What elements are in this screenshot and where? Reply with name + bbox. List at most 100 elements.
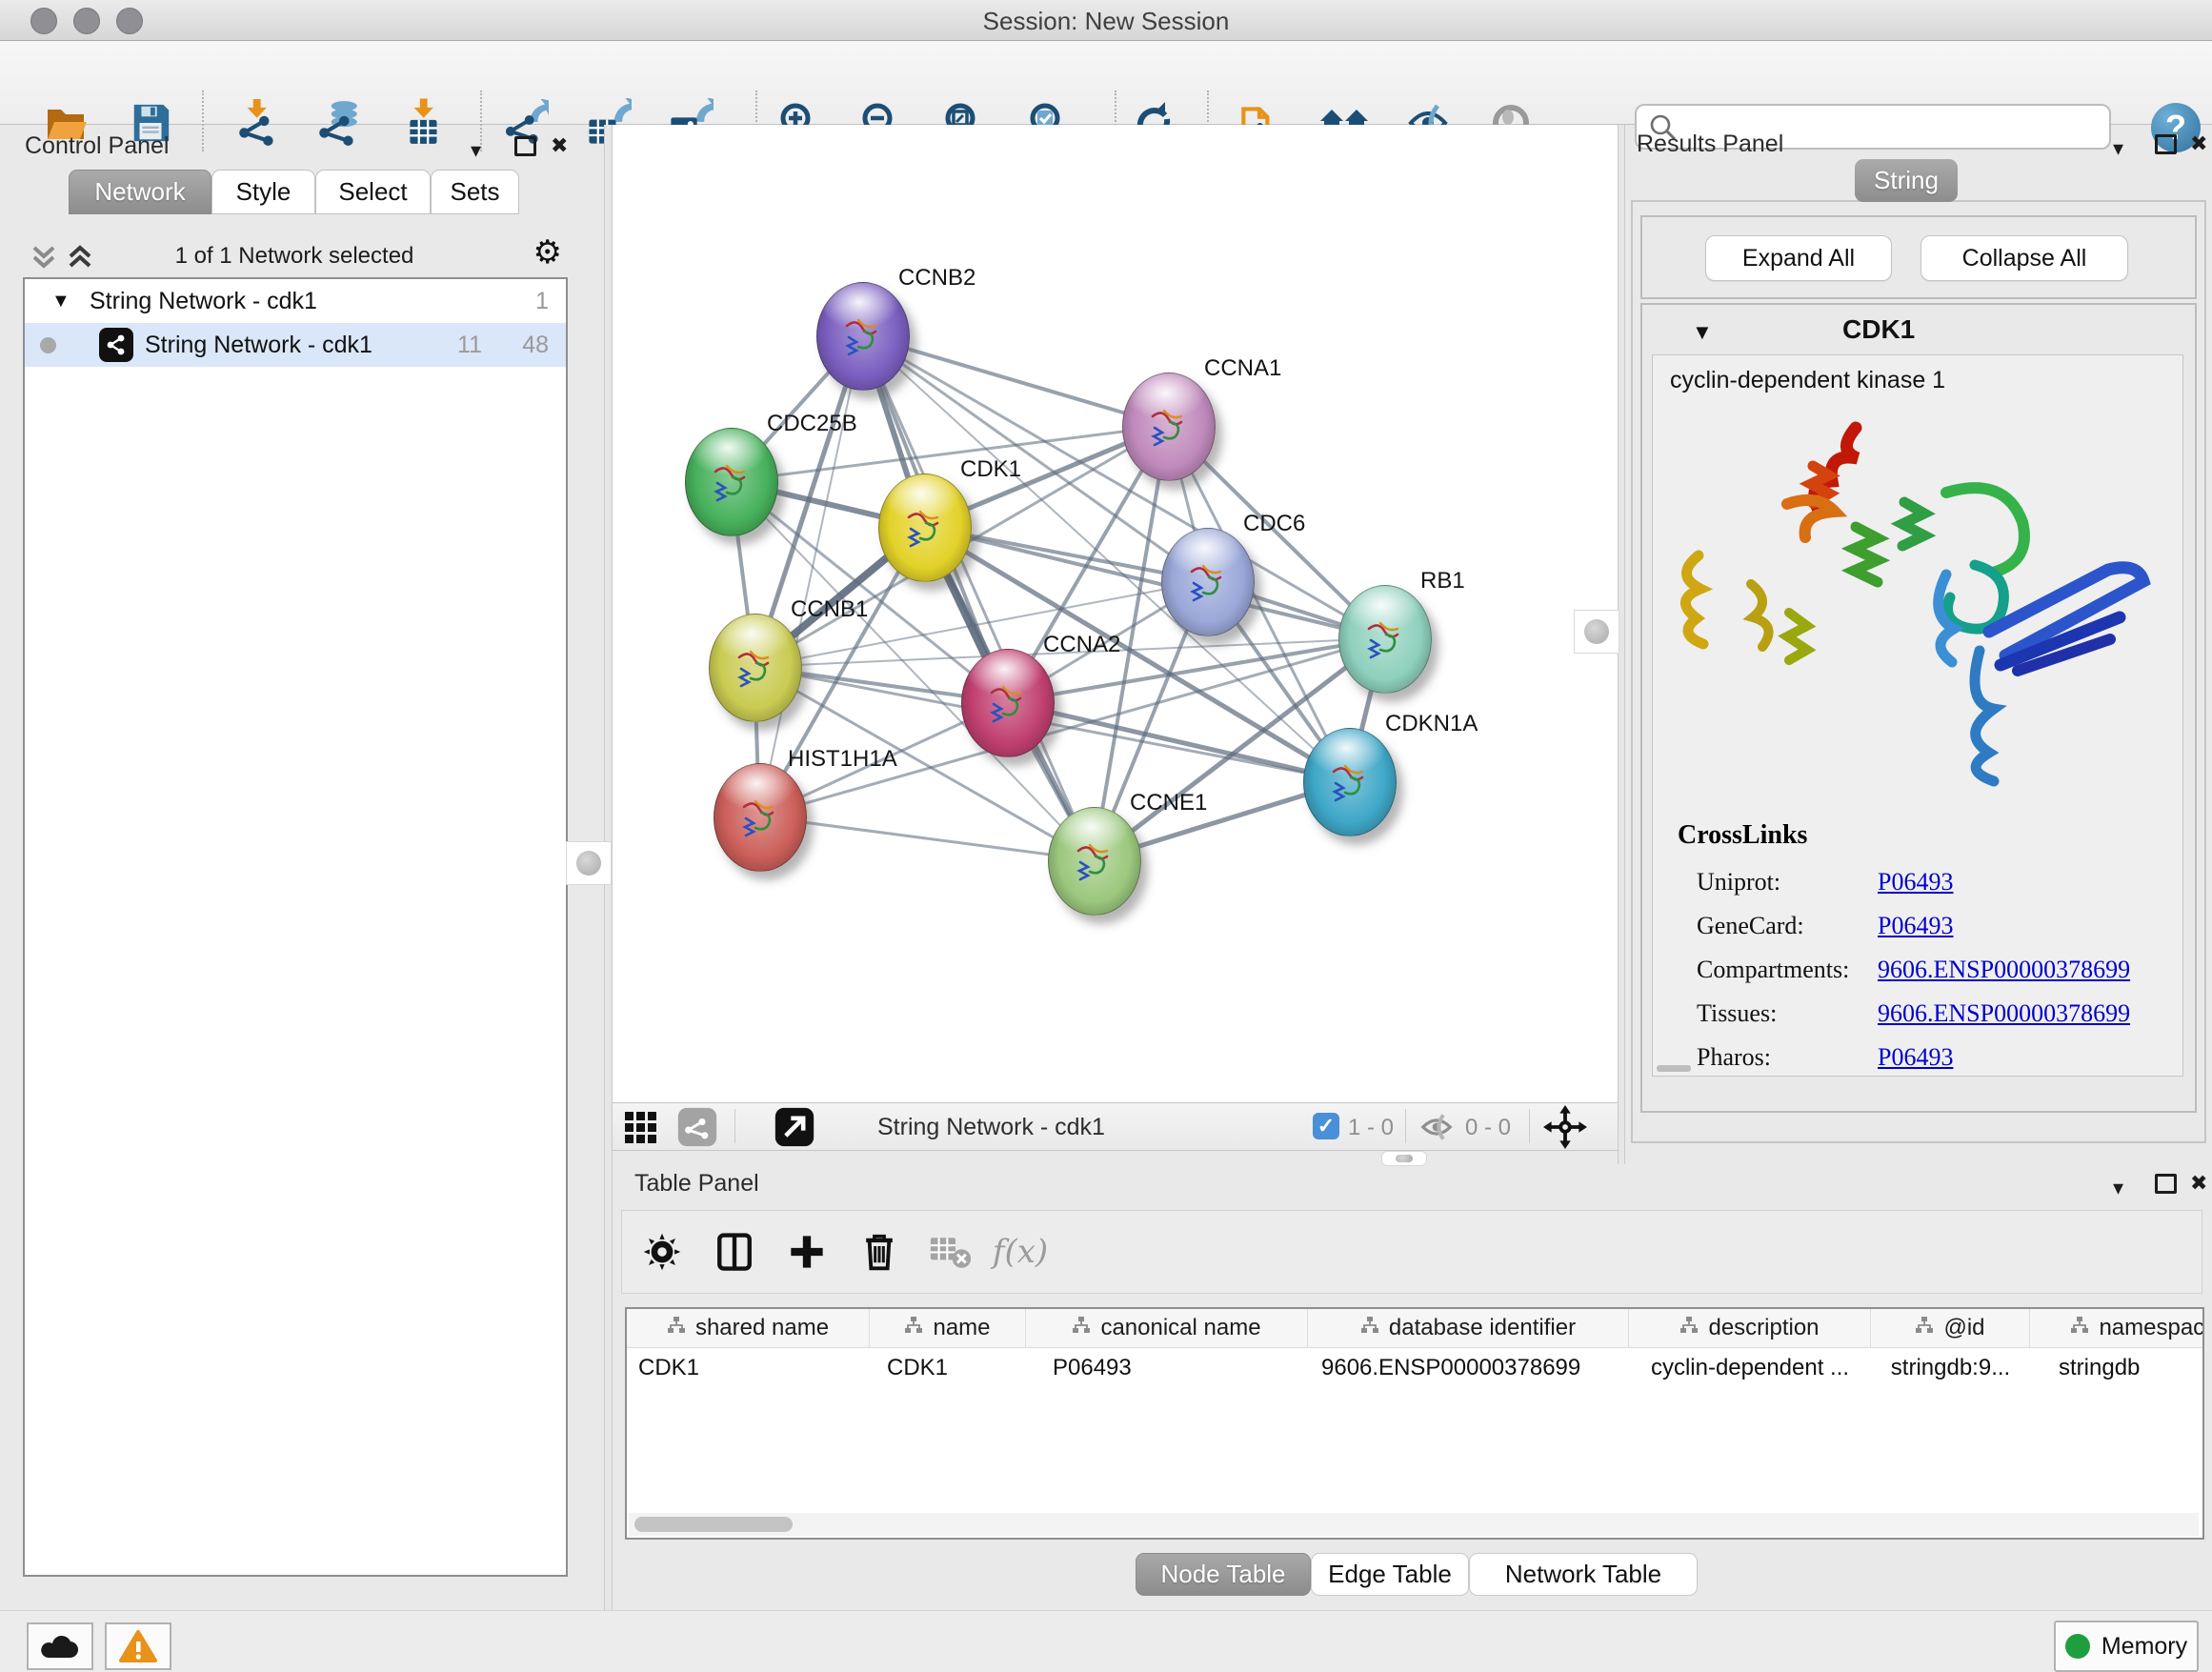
delete-column-icon[interactable] — [855, 1227, 904, 1277]
tab-network-table[interactable]: Network Table — [1469, 1553, 1698, 1596]
network-node-ccnb1[interactable] — [709, 614, 802, 722]
divider-handle[interactable] — [1574, 610, 1619, 654]
collapse-all-button[interactable]: Collapse All — [1920, 235, 2128, 281]
tab-string[interactable]: String — [1855, 159, 1958, 202]
table-row[interactable]: CDK1CDK1P064939606.ENSP00000378699cyclin… — [627, 1348, 2202, 1388]
network-node-cdkn1a[interactable] — [1303, 728, 1397, 836]
column-header-database-identifier[interactable]: database identifier — [1308, 1309, 1629, 1347]
crosslink-value[interactable]: 9606.ENSP00000378699 — [1878, 999, 2130, 1028]
add-column-icon[interactable] — [782, 1227, 832, 1277]
crosslink-row: Pharos:P06493 — [1697, 1036, 2173, 1077]
tab-edge-table[interactable]: Edge Table — [1311, 1553, 1469, 1596]
tab-sets[interactable]: Sets — [431, 170, 519, 214]
cdk1-details: cyclin-dependent kinase 1 — [1652, 354, 2183, 1077]
chevron-down-icon[interactable]: ▼ — [1692, 320, 1713, 345]
node-label-cdc6: CDC6 — [1243, 511, 1305, 537]
table-settings-icon[interactable] — [637, 1227, 687, 1277]
column-header-name[interactable]: name — [870, 1309, 1026, 1347]
network-node-ccna2[interactable] — [961, 649, 1055, 757]
table-panel: Table Panel ▾ ✖ f(x) shared namenamecano… — [617, 1164, 2212, 1545]
table-cell[interactable]: P06493 — [1026, 1355, 1308, 1381]
table-cell[interactable]: cyclin-dependent ... — [1629, 1355, 1871, 1381]
network-share-icon — [99, 328, 133, 362]
collection-label: String Network - cdk1 — [90, 288, 317, 315]
column-header-description[interactable]: description — [1629, 1309, 1871, 1347]
grid-view-icon[interactable] — [618, 1105, 662, 1149]
cdk1-section: ▼ CDK1 cyclin-dependent kinase 1 — [1640, 303, 2197, 1113]
network-node-cdk1[interactable] — [878, 473, 972, 582]
horizontal-scrollbar[interactable] — [629, 1513, 2199, 1536]
crosslink-value[interactable]: P06493 — [1878, 1043, 1953, 1072]
table-cell[interactable]: 9606.ENSP00000378699 — [1308, 1355, 1629, 1381]
network-node-rb1[interactable] — [1338, 585, 1432, 694]
divider-handle[interactable] — [566, 841, 612, 885]
panel-close-icon[interactable]: ✖ — [551, 135, 568, 156]
node-label-rb1: RB1 — [1420, 568, 1465, 594]
node-label-cdkn1a: CDKN1A — [1385, 711, 1478, 737]
selected-checkbox-icon[interactable]: ✓ — [1313, 1113, 1339, 1139]
fit-selected-icon[interactable] — [1542, 1104, 1588, 1150]
network-node-cdc25b[interactable] — [685, 428, 778, 536]
network-node-cdc6[interactable] — [1161, 528, 1255, 636]
panel-menu-icon[interactable]: ▾ — [2113, 138, 2123, 159]
mini-scrollbar[interactable] — [1657, 1065, 1691, 1072]
table-cell[interactable]: stringdb:9... — [1871, 1355, 2030, 1381]
chevron-down-icon[interactable]: ▼ — [51, 291, 70, 312]
collection-count: 1 — [535, 288, 549, 315]
table-cell[interactable]: CDK1 — [870, 1355, 1026, 1381]
table-cell[interactable]: stringdb — [2030, 1355, 2204, 1381]
panel-menu-icon[interactable]: ▾ — [471, 140, 481, 161]
panel-close-icon[interactable]: ✖ — [2190, 1173, 2207, 1194]
scrollbar-thumb[interactable] — [634, 1517, 793, 1532]
crosslink-value[interactable]: P06493 — [1878, 868, 1953, 896]
warning-button[interactable] — [105, 1622, 171, 1670]
toolbar-separator — [1529, 1109, 1530, 1143]
show-columns-icon[interactable] — [710, 1227, 759, 1277]
network-overview-icon[interactable] — [675, 1105, 719, 1149]
panel-close-icon[interactable]: ✖ — [2190, 133, 2207, 154]
window-title: Session: New Session — [0, 7, 2212, 36]
section-title: CDK1 — [1842, 314, 1915, 345]
network-node-ccnb2[interactable] — [816, 282, 910, 391]
main-toolbar: ? — [0, 41, 2212, 125]
node-label-cdk1: CDK1 — [960, 456, 1021, 483]
network-label: String Network - cdk1 — [145, 332, 372, 359]
column-header--id[interactable]: @id — [1871, 1309, 2030, 1347]
network-canvas[interactable]: CCNB2CCNA1CDC25BCDK1CDC6RB1CCNB1CCNA2CDK… — [613, 125, 1618, 1102]
panel-menu-icon[interactable]: ▾ — [2113, 1178, 2123, 1199]
panel-float-icon[interactable] — [514, 136, 536, 156]
crosslink-value[interactable]: 9606.ENSP00000378699 — [1878, 956, 2130, 984]
network-node-ccna1[interactable] — [1122, 373, 1216, 481]
column-label: name — [933, 1315, 990, 1341]
tab-select[interactable]: Select — [315, 170, 431, 214]
cloud-button[interactable] — [27, 1622, 93, 1670]
tab-style[interactable]: Style — [211, 170, 315, 214]
control-panel: Control Panel ▾ ✖ Network Style Select S… — [0, 125, 604, 1614]
network-view-toolbar: String Network - cdk1 ✓ 1 - 0 0 - 0 — [613, 1102, 1618, 1151]
gear-icon[interactable]: ⚙ — [533, 233, 562, 272]
memory-button[interactable]: Memory — [2054, 1621, 2199, 1672]
node-label-cdc25b: CDC25B — [767, 411, 857, 437]
network-row-selected[interactable]: String Network - cdk1 11 48 — [25, 323, 566, 367]
network-collection-row[interactable]: ▼ String Network - cdk1 1 — [25, 279, 566, 323]
detach-view-icon[interactable] — [773, 1105, 816, 1149]
crosslink-row: Uniprot:P06493 — [1697, 860, 2173, 904]
tab-node-table[interactable]: Node Table — [1136, 1553, 1311, 1596]
expand-all-button[interactable]: Expand All — [1705, 235, 1892, 281]
crosslink-value[interactable]: P06493 — [1878, 912, 1953, 940]
edge-count: 48 — [522, 332, 549, 359]
panel-float-icon[interactable] — [2155, 1174, 2177, 1194]
tab-network[interactable]: Network — [69, 170, 211, 214]
node-label-ccnb2: CCNB2 — [898, 265, 975, 292]
network-node-ccne1[interactable] — [1048, 807, 1141, 916]
column-header-shared-name[interactable]: shared name — [627, 1309, 870, 1347]
network-tree: ▼ String Network - cdk1 1 String Network… — [23, 277, 568, 1577]
column-header-canonical-name[interactable]: canonical name — [1026, 1309, 1308, 1347]
warning-icon — [118, 1629, 158, 1663]
column-header-namespace[interactable]: namespace — [2030, 1309, 2204, 1347]
panel-float-icon[interactable] — [2155, 134, 2177, 154]
title-bar[interactable]: Session: New Session — [0, 0, 2212, 41]
network-node-hist1h1a[interactable] — [714, 763, 807, 872]
table-cell[interactable]: CDK1 — [627, 1355, 870, 1381]
node-label-ccna1: CCNA1 — [1204, 355, 1281, 382]
